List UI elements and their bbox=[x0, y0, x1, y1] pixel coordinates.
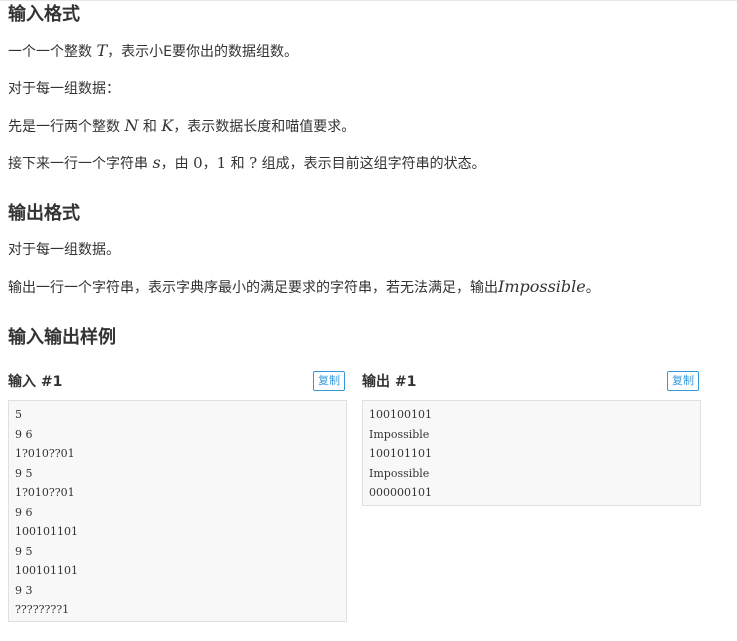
math-variable: s bbox=[152, 153, 161, 172]
input-line: 9 3 bbox=[15, 583, 33, 597]
input-line: 1?010??01 bbox=[15, 486, 75, 499]
input-line: 100101101 bbox=[15, 525, 78, 538]
text-segment: 输出一行一个字符串，表示字典序最小的满足要求的字符串，若无法满足，输出 bbox=[8, 280, 498, 296]
copy-output-button[interactable]: 复制 bbox=[667, 371, 699, 391]
math-variable: T bbox=[96, 41, 108, 60]
sample-input-label: 输入 #1 bbox=[8, 374, 63, 390]
input-format-line-2: 对于每一组数据： bbox=[8, 81, 120, 97]
input-line: 9 6 bbox=[15, 505, 33, 519]
math-number: 0 bbox=[193, 154, 203, 172]
copy-input-button[interactable]: 复制 bbox=[313, 371, 345, 391]
input-line: 100101101 bbox=[15, 564, 78, 577]
text-segment: 一个一个整数 bbox=[8, 44, 97, 60]
math-variable: N bbox=[124, 116, 139, 135]
input-line: 9 5 bbox=[15, 466, 33, 480]
math-variable: Impossible bbox=[498, 277, 586, 296]
input-line: 9 5 bbox=[15, 544, 33, 558]
text-segment: 接下来一行一个字符串 bbox=[8, 156, 153, 172]
text-segment: ，表示数据长度和喵值要求。 bbox=[173, 119, 356, 135]
text-segment: 和 bbox=[138, 119, 162, 135]
text-segment: 先是一行两个整数 bbox=[8, 119, 125, 135]
input-format-title: 输入格式 bbox=[8, 4, 80, 25]
text-segment: 和 bbox=[226, 156, 250, 172]
input-line: ????????1 bbox=[15, 603, 70, 616]
output-format-title: 输出格式 bbox=[8, 203, 80, 224]
output-line: 000000101 bbox=[369, 486, 432, 499]
sample-input-box[interactable]: 5 9 6 1?010??01 9 5 1?010??01 9 6 100101101 9 5… bbox=[8, 400, 347, 622]
input-format-line-4: 接下来一行一个字符串 s，由 0，1 和 ? 组成，表示目前这组字符串的状态。 bbox=[8, 153, 486, 174]
math-variable: K bbox=[161, 116, 174, 135]
sample-output-box[interactable]: 100100101 Impossible 100101101 Impossible 00… bbox=[362, 400, 701, 506]
input-format-line-1: 一个一个整数 T，表示小E要你出的数据组数。 bbox=[8, 41, 298, 62]
math-symbol: ? bbox=[249, 154, 258, 172]
sample-output-lines: 100100101 Impossible 100101101 Impossible 00… bbox=[369, 405, 694, 503]
input-line: 9 6 bbox=[15, 427, 33, 441]
output-line: Impossible bbox=[369, 427, 430, 441]
output-line: Impossible bbox=[369, 466, 430, 480]
text-segment: 。 bbox=[585, 280, 600, 296]
math-number: 1 bbox=[216, 154, 227, 172]
output-line: 100100101 bbox=[369, 408, 432, 421]
text-segment: ，表示小E要你出的数据组数。 bbox=[107, 44, 298, 60]
output-format-line-2: 输出一行一个字符串，表示字典序最小的满足要求的字符串，若无法满足，输出Impos… bbox=[8, 277, 600, 298]
sample-output-label: 输出 #1 bbox=[362, 374, 417, 390]
output-line: 100101101 bbox=[369, 447, 432, 460]
input-line: 1?010??01 bbox=[15, 447, 75, 460]
samples-title: 输入输出样例 bbox=[8, 327, 116, 348]
text-segment: ，由 bbox=[160, 156, 194, 172]
input-format-line-3: 先是一行两个整数 N 和 K，表示数据长度和喵值要求。 bbox=[8, 116, 355, 137]
text-segment: 组成，表示目前这组字符串的状态。 bbox=[257, 156, 486, 172]
input-line: 5 bbox=[15, 408, 22, 421]
sample-input-lines: 5 9 6 1?010??01 9 5 1?010??01 9 6 100101101 9 5… bbox=[15, 405, 340, 620]
text-segment: ， bbox=[202, 156, 217, 172]
problem-page: 输入格式 一个一个整数 T，表示小E要你出的数据组数。 对于每一组数据： 先是一… bbox=[0, 0, 737, 641]
output-format-line-1: 对于每一组数据。 bbox=[8, 242, 120, 258]
